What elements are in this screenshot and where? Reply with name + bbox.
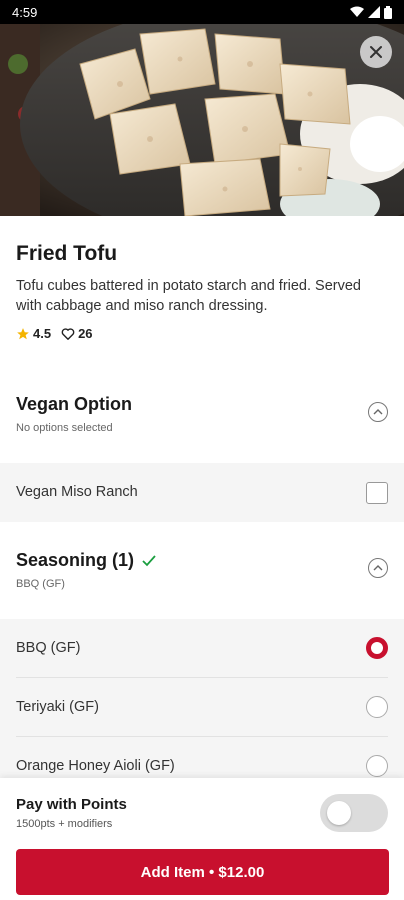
star-icon xyxy=(17,327,29,339)
checkmark-icon xyxy=(142,554,156,566)
option-label: Teriyaki (GF) xyxy=(16,699,99,715)
bottom-panel: Pay with Points 1500pts + modifiers Add … xyxy=(0,778,404,900)
group-title: Seasoning (1) xyxy=(16,550,156,571)
points-cost: 1500pts + modifiers xyxy=(16,818,113,830)
radio[interactable] xyxy=(366,696,388,718)
toggle-knob xyxy=(327,801,351,825)
group-header-seasoning[interactable]: Seasoning (1) BBQ (GF) xyxy=(0,550,404,610)
group-title: Vegan Option xyxy=(16,394,133,414)
checkbox[interactable] xyxy=(366,482,388,504)
chevron-up-icon[interactable] xyxy=(368,402,388,422)
option-vegan-miso-ranch[interactable]: Vegan Miso Ranch xyxy=(0,463,404,522)
status-time: 4:59 xyxy=(12,4,38,20)
wifi-icon xyxy=(350,6,364,17)
radio-selected[interactable] xyxy=(366,637,388,659)
likes-count: 26 xyxy=(78,326,93,341)
status-bar: 4:59 xyxy=(0,0,404,24)
group-header-vegan-option[interactable]: Vegan Option No options selected xyxy=(0,394,404,454)
rating: 4.5 xyxy=(16,326,51,341)
item-title: Fried Tofu xyxy=(16,242,118,265)
close-button[interactable] xyxy=(360,36,392,68)
status-icons xyxy=(350,5,392,19)
option-bbq[interactable]: BBQ (GF) xyxy=(0,619,404,678)
option-label: Vegan Miso Ranch xyxy=(16,484,138,500)
close-icon xyxy=(370,46,382,58)
heart-icon xyxy=(61,327,75,340)
item-photo xyxy=(0,24,404,216)
likes[interactable]: 26 xyxy=(61,326,93,341)
pay-with-points-label: Pay with Points xyxy=(16,796,127,813)
group-subtitle: BBQ (GF) xyxy=(16,578,65,590)
pay-with-points-toggle[interactable] xyxy=(320,794,388,832)
rating-value: 4.5 xyxy=(33,326,52,341)
signal-icon xyxy=(368,6,380,18)
group-subtitle: No options selected xyxy=(16,422,113,434)
add-item-button[interactable]: Add Item • $12.00 xyxy=(16,849,389,895)
battery-icon xyxy=(384,5,392,19)
radio[interactable] xyxy=(366,755,388,777)
option-label: BBQ (GF) xyxy=(16,640,81,656)
chevron-up-icon[interactable] xyxy=(368,558,388,578)
item-description: Tofu cubes battered in potato starch and… xyxy=(16,278,361,314)
item-stats: 4.5 26 xyxy=(16,326,93,341)
option-teriyaki[interactable]: Teriyaki (GF) xyxy=(0,678,404,737)
